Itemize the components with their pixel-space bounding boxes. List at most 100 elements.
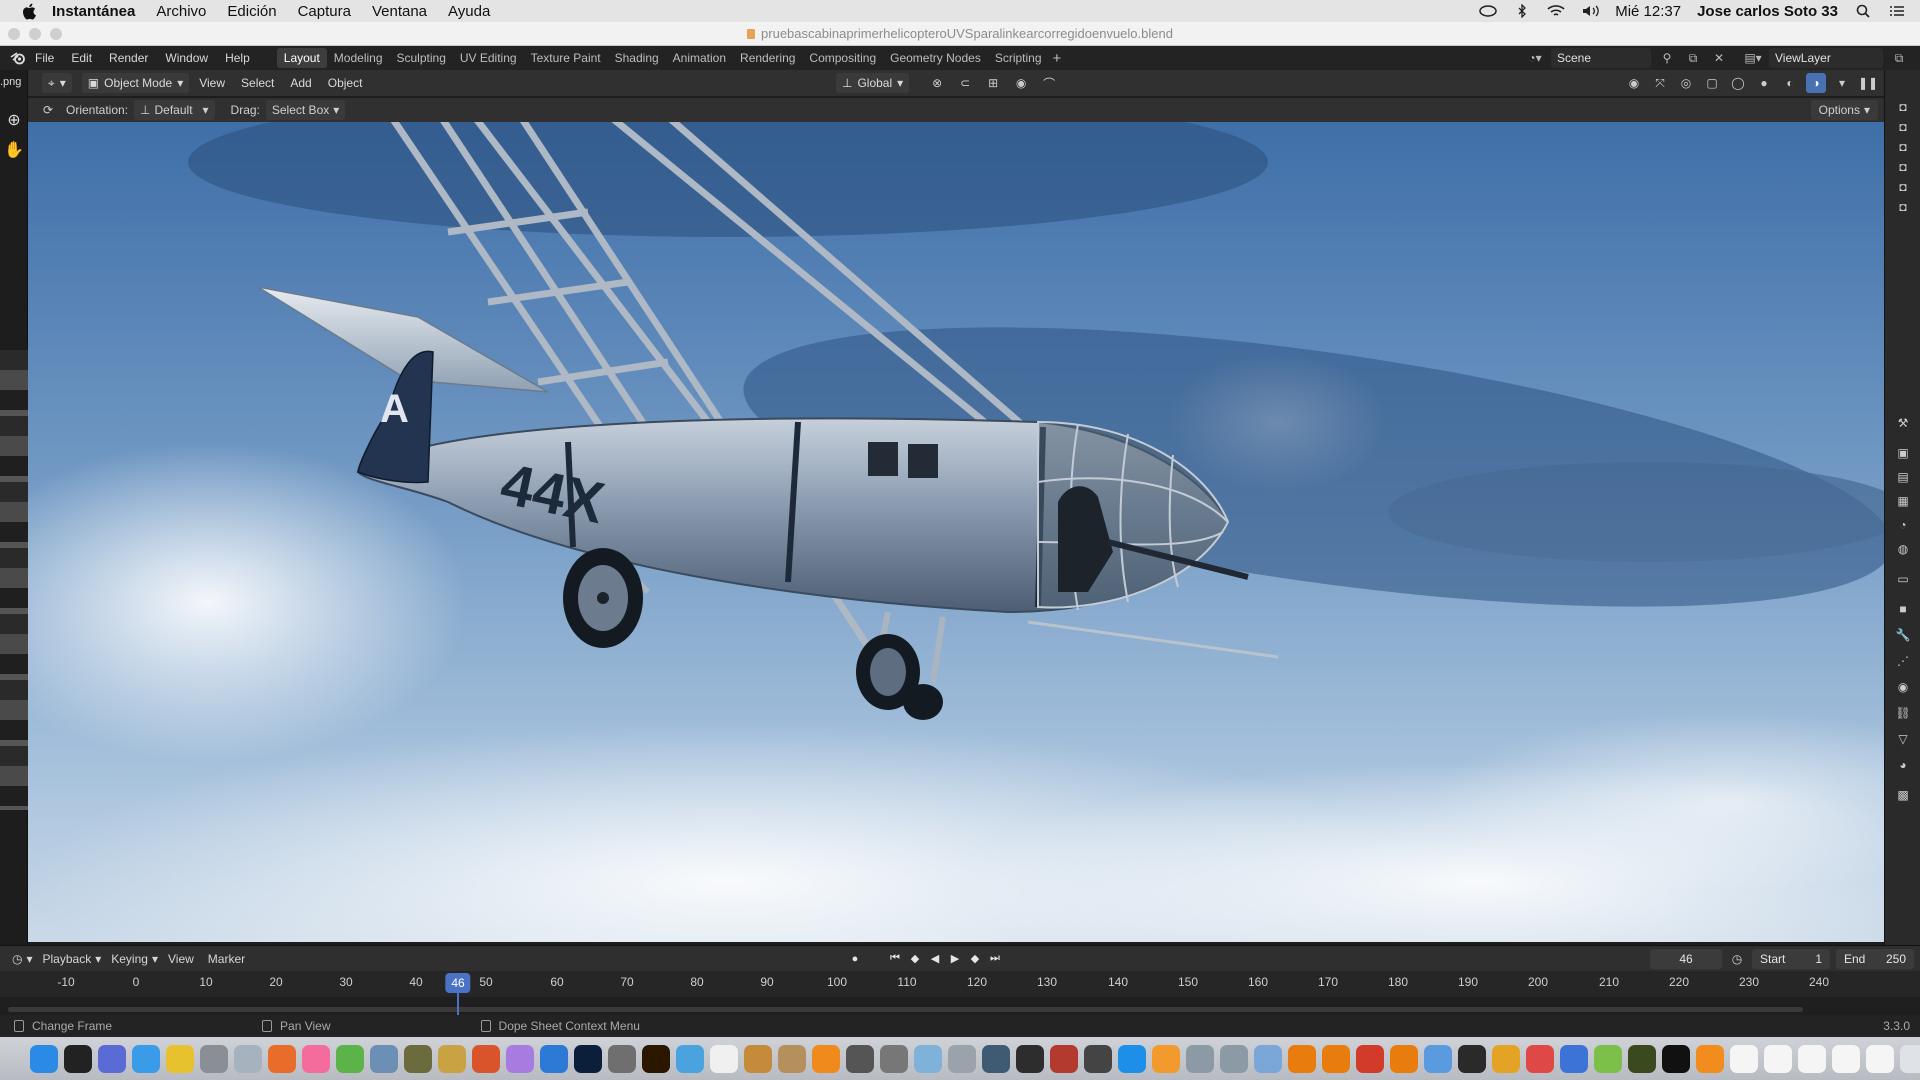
material-properties-icon[interactable]: ◕ [1894, 756, 1912, 774]
document-icon[interactable] [1866, 1044, 1894, 1073]
workspace-tab-rendering[interactable]: Rendering [733, 48, 802, 68]
creative-cloud-icon[interactable] [1479, 4, 1497, 18]
proportional-edit-icon[interactable]: ◉ [1011, 73, 1031, 93]
menu-ventana[interactable]: Ventana [372, 3, 427, 20]
hand-pan-icon[interactable]: ✋ [4, 140, 24, 160]
collection-properties-icon[interactable]: ▭ [1894, 570, 1912, 588]
scene-name-field[interactable]: Scene [1551, 48, 1651, 68]
document-icon[interactable] [1764, 1044, 1792, 1073]
volume-icon[interactable] [1581, 4, 1599, 18]
settings-gear-icon[interactable] [540, 1044, 568, 1073]
app-icon[interactable] [744, 1044, 772, 1073]
editor-type-dropdown[interactable]: ⌖ ▾ [42, 73, 72, 93]
app-icon[interactable] [1050, 1044, 1078, 1073]
affinity-icon[interactable] [506, 1044, 534, 1073]
delete-view-layer-icon[interactable]: ✕ [1915, 48, 1920, 68]
workspace-tab-layout[interactable]: Layout [276, 48, 327, 68]
daz-studio-icon[interactable] [1458, 1044, 1486, 1073]
scene-properties-icon[interactable]: ◔ [1894, 516, 1912, 534]
rocket-icon[interactable] [234, 1044, 262, 1073]
workspace-tab-modeling[interactable]: Modeling [327, 48, 390, 68]
document-icon[interactable] [710, 1044, 738, 1073]
scene-selector-icon[interactable]: ◔▾ [1525, 48, 1545, 68]
marker-menu[interactable]: Marker [208, 952, 245, 966]
app-icon[interactable] [1696, 1044, 1724, 1073]
object-properties-icon[interactable]: ■ [1894, 600, 1912, 618]
photoshop-icon[interactable] [574, 1044, 602, 1073]
app-icon[interactable] [438, 1044, 466, 1073]
next-keyframe-icon[interactable]: ◆ [968, 952, 982, 966]
play-reverse-icon[interactable]: ◀ [928, 952, 942, 966]
end-frame-field[interactable]: End 250 [1836, 948, 1914, 969]
view-layer-name-field[interactable]: ViewLayer [1769, 48, 1883, 68]
menu-captura[interactable]: Captura [298, 3, 351, 20]
view-layer-selector-icon[interactable]: ▤▾ [1743, 48, 1763, 68]
menu-render[interactable]: Render [109, 51, 148, 65]
finder-icon[interactable] [30, 1044, 58, 1073]
system-preferences-icon[interactable] [880, 1044, 908, 1073]
spotlight-icon[interactable] [1854, 4, 1872, 18]
workspace-tab-scripting[interactable]: Scripting [988, 48, 1049, 68]
app-icon[interactable] [1016, 1044, 1044, 1073]
camera-icon[interactable]: ◘ [1894, 118, 1912, 136]
workspace-tab-uv-editing[interactable]: UV Editing [453, 48, 524, 68]
app-icon[interactable] [1254, 1044, 1282, 1073]
app-icon[interactable] [914, 1044, 942, 1073]
app-icon[interactable] [370, 1044, 398, 1073]
world-properties-icon[interactable]: ◍ [1894, 540, 1912, 558]
notification-center-icon[interactable] [1888, 4, 1906, 18]
camera-icon[interactable]: ◘ [1894, 198, 1912, 216]
close-window-button[interactable] [8, 28, 20, 40]
zoom-view-icon[interactable]: ⊕ [4, 110, 24, 130]
blender-logo-icon[interactable] [9, 49, 27, 67]
pivot-point-icon[interactable]: ⊗ [927, 73, 947, 93]
blender-icon[interactable] [1390, 1044, 1418, 1073]
play-icon[interactable]: ▶ [948, 952, 962, 966]
blender-icon[interactable] [1288, 1044, 1316, 1073]
app-icon[interactable] [1118, 1044, 1146, 1073]
timeline-editor-type-dropdown[interactable]: ◷ ▾ [12, 952, 33, 966]
workspace-tab-shading[interactable]: Shading [608, 48, 666, 68]
chrome-icon[interactable] [166, 1044, 194, 1073]
orientation-dropdown[interactable]: ⊥ Default ▾ [134, 100, 215, 120]
utorrent-icon[interactable] [336, 1044, 364, 1073]
overlays-icon[interactable]: ◎ [1676, 73, 1696, 93]
app-icon[interactable] [1084, 1044, 1112, 1073]
bluetooth-app-icon[interactable] [1560, 1044, 1588, 1073]
menu-edit[interactable]: Edit [71, 51, 92, 65]
gizmo-toggle-icon[interactable]: ⤧ [1650, 73, 1670, 93]
app-icon[interactable] [404, 1044, 432, 1073]
physics-properties-icon[interactable]: ◉ [1894, 678, 1912, 696]
illustrator-icon[interactable] [642, 1044, 670, 1073]
menu-file[interactable]: File [35, 51, 54, 65]
app-icon[interactable] [1424, 1044, 1452, 1073]
app-icon[interactable] [1526, 1044, 1554, 1073]
particles-properties-icon[interactable]: ⋰ [1894, 652, 1912, 670]
launchpad-icon[interactable] [98, 1044, 126, 1073]
camera-icon[interactable]: ◘ [1894, 158, 1912, 176]
viewport-menu-view[interactable]: View [199, 76, 225, 90]
modifier-properties-icon[interactable]: 🔧 [1894, 626, 1912, 644]
app-icon[interactable] [778, 1044, 806, 1073]
texture-properties-icon[interactable]: ▩ [1894, 786, 1912, 804]
clock[interactable]: Mié 12:37 [1615, 3, 1681, 20]
app-icon[interactable] [948, 1044, 976, 1073]
new-view-layer-icon[interactable]: ⧉ [1889, 48, 1909, 68]
document-icon[interactable] [1832, 1044, 1860, 1073]
constraints-properties-icon[interactable]: ⛓ [1894, 704, 1912, 722]
jump-end-icon[interactable]: ⏭ [988, 952, 1002, 966]
wireframe-shading-icon[interactable]: ◯ [1728, 73, 1748, 93]
object-mode-dropdown[interactable]: ▣ Object Mode ▾ [81, 73, 190, 93]
timeline-ruler[interactable]: -10 0 10 20 30 40 50 60 70 80 90 100 110… [0, 971, 1920, 997]
app-icon[interactable] [676, 1044, 704, 1073]
app-icon[interactable] [608, 1044, 636, 1073]
menu-window[interactable]: Window [165, 51, 208, 65]
falloff-icon[interactable]: ⌒ [1039, 73, 1059, 93]
snap-target-icon[interactable]: ⊞ [983, 73, 1003, 93]
timeline-track-area[interactable] [0, 997, 1920, 1015]
viewport-menu-object[interactable]: Object [328, 76, 363, 90]
vlc-icon[interactable] [812, 1044, 840, 1073]
camera-icon[interactable]: ◘ [1894, 138, 1912, 156]
output-properties-icon[interactable]: ▤ [1894, 468, 1912, 486]
app-icon[interactable] [1186, 1044, 1214, 1073]
